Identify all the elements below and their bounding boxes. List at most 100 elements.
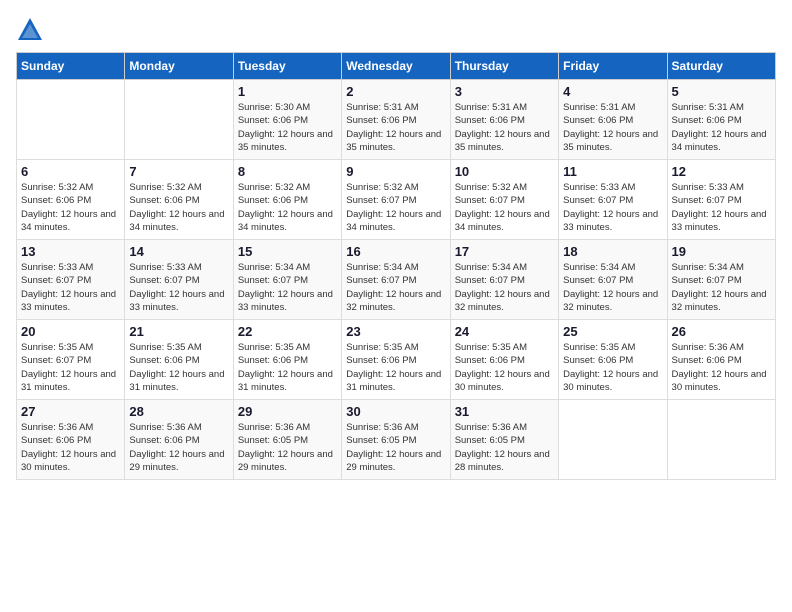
day-info: Sunrise: 5:34 AM Sunset: 6:07 PM Dayligh… [563,261,662,314]
day-number: 24 [455,324,554,339]
day-number: 27 [21,404,120,419]
calendar-cell: 28 Sunrise: 5:36 AM Sunset: 6:06 PM Dayli… [125,400,233,480]
day-info: Sunrise: 5:35 AM Sunset: 6:06 PM Dayligh… [238,341,337,394]
calendar-cell: 8 Sunrise: 5:32 AM Sunset: 6:06 PM Daylig… [233,160,341,240]
calendar-cell: 11 Sunrise: 5:33 AM Sunset: 6:07 PM Dayli… [559,160,667,240]
calendar-cell: 4 Sunrise: 5:31 AM Sunset: 6:06 PM Daylig… [559,80,667,160]
day-number: 18 [563,244,662,259]
day-number: 15 [238,244,337,259]
calendar-cell [667,400,775,480]
weekday-header-tuesday: Tuesday [233,53,341,80]
calendar-cell: 6 Sunrise: 5:32 AM Sunset: 6:06 PM Daylig… [17,160,125,240]
day-number: 31 [455,404,554,419]
day-info: Sunrise: 5:35 AM Sunset: 6:07 PM Dayligh… [21,341,120,394]
weekday-header-wednesday: Wednesday [342,53,450,80]
day-info: Sunrise: 5:32 AM Sunset: 6:06 PM Dayligh… [129,181,228,234]
day-info: Sunrise: 5:32 AM Sunset: 6:06 PM Dayligh… [21,181,120,234]
day-info: Sunrise: 5:32 AM Sunset: 6:07 PM Dayligh… [455,181,554,234]
calendar-cell: 13 Sunrise: 5:33 AM Sunset: 6:07 PM Dayli… [17,240,125,320]
calendar-cell [125,80,233,160]
day-number: 30 [346,404,445,419]
day-number: 7 [129,164,228,179]
calendar-cell: 26 Sunrise: 5:36 AM Sunset: 6:06 PM Dayli… [667,320,775,400]
day-number: 10 [455,164,554,179]
calendar-cell: 5 Sunrise: 5:31 AM Sunset: 6:06 PM Daylig… [667,80,775,160]
day-number: 11 [563,164,662,179]
day-number: 1 [238,84,337,99]
day-info: Sunrise: 5:33 AM Sunset: 6:07 PM Dayligh… [563,181,662,234]
calendar-cell: 7 Sunrise: 5:32 AM Sunset: 6:06 PM Daylig… [125,160,233,240]
day-number: 16 [346,244,445,259]
calendar-cell: 14Sunrise: 5:33 AM Sunset: 6:07 PM Dayli… [125,240,233,320]
calendar-cell: 19 Sunrise: 5:34 AM Sunset: 6:07 PM Dayli… [667,240,775,320]
day-info: Sunrise: 5:30 AM Sunset: 6:06 PM Dayligh… [238,101,337,154]
calendar-week-1: 1 Sunrise: 5:30 AM Sunset: 6:06 PM Daylig… [17,80,776,160]
calendar-cell: 15 Sunrise: 5:34 AM Sunset: 6:07 PM Dayli… [233,240,341,320]
calendar-cell: 23 Sunrise: 5:35 AM Sunset: 6:06 PM Dayli… [342,320,450,400]
day-info: Sunrise: 5:35 AM Sunset: 6:06 PM Dayligh… [346,341,445,394]
day-number: 13 [21,244,120,259]
calendar-cell: 12Sunrise: 5:33 AM Sunset: 6:07 PM Dayli… [667,160,775,240]
day-info: Sunrise: 5:31 AM Sunset: 6:06 PM Dayligh… [672,101,771,154]
calendar-cell: 3 Sunrise: 5:31 AM Sunset: 6:06 PM Daylig… [450,80,558,160]
day-info: Sunrise: 5:34 AM Sunset: 6:07 PM Dayligh… [672,261,771,314]
calendar-cell [17,80,125,160]
day-info: Sunrise: 5:36 AM Sunset: 6:05 PM Dayligh… [238,421,337,474]
day-info: Sunrise: 5:35 AM Sunset: 6:06 PM Dayligh… [563,341,662,394]
day-info: Sunrise: 5:36 AM Sunset: 6:06 PM Dayligh… [21,421,120,474]
day-info: Sunrise: 5:31 AM Sunset: 6:06 PM Dayligh… [346,101,445,154]
calendar-cell: 20Sunrise: 5:35 AM Sunset: 6:07 PM Dayli… [17,320,125,400]
day-number: 29 [238,404,337,419]
calendar-week-5: 27 Sunrise: 5:36 AM Sunset: 6:06 PM Dayli… [17,400,776,480]
calendar-cell [559,400,667,480]
calendar-cell: 17 Sunrise: 5:34 AM Sunset: 6:07 PM Dayli… [450,240,558,320]
calendar-week-4: 20Sunrise: 5:35 AM Sunset: 6:07 PM Dayli… [17,320,776,400]
calendar-cell: 18 Sunrise: 5:34 AM Sunset: 6:07 PM Dayli… [559,240,667,320]
day-number: 6 [21,164,120,179]
calendar-cell: 31Sunrise: 5:36 AM Sunset: 6:05 PM Dayli… [450,400,558,480]
calendar-cell: 29 Sunrise: 5:36 AM Sunset: 6:05 PM Dayli… [233,400,341,480]
calendar-cell: 24Sunrise: 5:35 AM Sunset: 6:06 PM Dayli… [450,320,558,400]
day-number: 26 [672,324,771,339]
calendar-cell: 9 Sunrise: 5:32 AM Sunset: 6:07 PM Daylig… [342,160,450,240]
weekday-header-saturday: Saturday [667,53,775,80]
calendar-cell: 27 Sunrise: 5:36 AM Sunset: 6:06 PM Dayli… [17,400,125,480]
weekday-header-monday: Monday [125,53,233,80]
weekday-header-friday: Friday [559,53,667,80]
calendar-cell: 21 Sunrise: 5:35 AM Sunset: 6:06 PM Dayli… [125,320,233,400]
day-info: Sunrise: 5:33 AM Sunset: 6:07 PM Dayligh… [129,261,228,314]
day-info: Sunrise: 5:34 AM Sunset: 6:07 PM Dayligh… [238,261,337,314]
calendar-cell: 22Sunrise: 5:35 AM Sunset: 6:06 PM Dayli… [233,320,341,400]
day-info: Sunrise: 5:32 AM Sunset: 6:07 PM Dayligh… [346,181,445,234]
day-number: 4 [563,84,662,99]
page-header [16,16,776,44]
calendar-week-3: 13 Sunrise: 5:33 AM Sunset: 6:07 PM Dayli… [17,240,776,320]
calendar-cell: 2 Sunrise: 5:31 AM Sunset: 6:06 PM Daylig… [342,80,450,160]
day-number: 8 [238,164,337,179]
day-number: 28 [129,404,228,419]
day-number: 21 [129,324,228,339]
day-info: Sunrise: 5:32 AM Sunset: 6:06 PM Dayligh… [238,181,337,234]
weekday-header-sunday: Sunday [17,53,125,80]
day-info: Sunrise: 5:34 AM Sunset: 6:07 PM Dayligh… [346,261,445,314]
day-number: 2 [346,84,445,99]
day-number: 5 [672,84,771,99]
day-number: 25 [563,324,662,339]
day-number: 9 [346,164,445,179]
day-info: Sunrise: 5:31 AM Sunset: 6:06 PM Dayligh… [563,101,662,154]
day-number: 19 [672,244,771,259]
day-info: Sunrise: 5:35 AM Sunset: 6:06 PM Dayligh… [129,341,228,394]
day-number: 17 [455,244,554,259]
day-info: Sunrise: 5:31 AM Sunset: 6:06 PM Dayligh… [455,101,554,154]
day-number: 23 [346,324,445,339]
day-info: Sunrise: 5:36 AM Sunset: 6:06 PM Dayligh… [672,341,771,394]
logo [16,16,48,44]
weekday-header-thursday: Thursday [450,53,558,80]
day-number: 3 [455,84,554,99]
logo-icon [16,16,44,44]
calendar-cell: 10 Sunrise: 5:32 AM Sunset: 6:07 PM Dayli… [450,160,558,240]
day-number: 12 [672,164,771,179]
day-info: Sunrise: 5:33 AM Sunset: 6:07 PM Dayligh… [21,261,120,314]
day-info: Sunrise: 5:34 AM Sunset: 6:07 PM Dayligh… [455,261,554,314]
day-info: Sunrise: 5:36 AM Sunset: 6:06 PM Dayligh… [129,421,228,474]
